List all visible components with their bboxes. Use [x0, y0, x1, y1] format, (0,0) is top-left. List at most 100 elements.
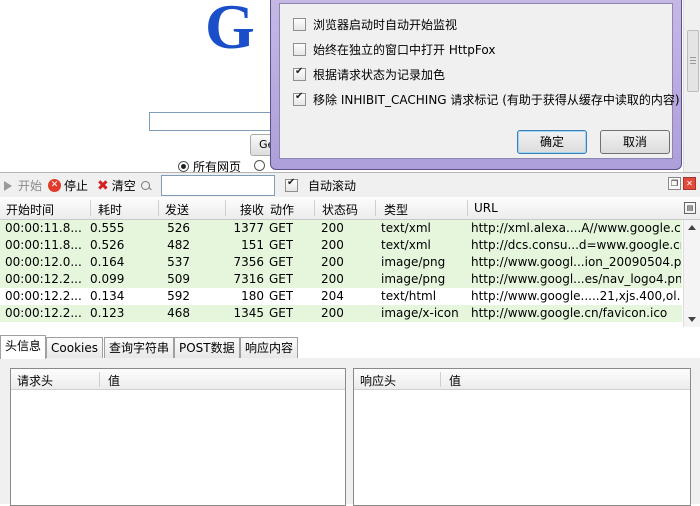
clear-x-icon: ✖ — [97, 177, 109, 194]
cell-type: image/png — [381, 255, 446, 269]
search-scope-all[interactable]: 所有网页 — [178, 158, 241, 172]
autoscroll-label: 自动滚动 — [308, 179, 357, 193]
stop-label: 停止 — [64, 179, 89, 193]
response-headers-table[interactable]: 响应头 值 — [353, 368, 691, 506]
start-button[interactable]: 开始 — [4, 177, 42, 194]
page-scrollbar-thumb[interactable] — [687, 30, 699, 92]
cell-duration: 0.134 — [90, 289, 124, 303]
request-header-name-col[interactable]: 请求头 — [17, 372, 53, 389]
tab-response-content[interactable]: 响应内容 — [240, 337, 299, 358]
col-separator — [440, 372, 441, 387]
table-scrollbar[interactable] — [683, 220, 700, 327]
request-headers-header: 请求头 值 — [11, 369, 345, 390]
request-header-value-col[interactable]: 值 — [108, 372, 120, 389]
cell-start: 00:00:12.2... — [5, 306, 82, 320]
cell-duration: 0.099 — [90, 272, 124, 286]
cell-method: GET — [269, 306, 294, 320]
cell-method: GET — [269, 238, 294, 252]
table-row[interactable]: 00:00:11.8... 0.555 526 1377 GET 200 tex… — [0, 220, 682, 237]
option-separate-window[interactable]: 始终在独立的窗口中打开 HttpFox — [293, 41, 495, 58]
col-url[interactable]: URL — [474, 201, 498, 215]
col-start-time[interactable]: 开始时间 — [6, 201, 54, 218]
tab-query-string[interactable]: 查询字符串 — [104, 337, 175, 358]
response-header-name-col[interactable]: 响应头 — [360, 372, 396, 389]
clear-label: 清空 — [111, 179, 136, 193]
stop-icon: ✕ — [48, 179, 61, 192]
option-separate-window-checkbox[interactable] — [293, 43, 306, 56]
cell-sent: 482 — [167, 238, 190, 252]
cell-status: 200 — [321, 255, 344, 269]
close-icon[interactable]: ✕ — [683, 177, 696, 190]
start-label: 开始 — [18, 179, 43, 193]
col-status[interactable]: 状态码 — [322, 201, 358, 218]
col-method[interactable]: 动作 — [270, 201, 294, 218]
cancel-button[interactable]: 取消 — [600, 130, 670, 154]
tab-headers[interactable]: 头信息 — [0, 335, 47, 359]
radio-all-label: 所有网页 — [193, 160, 242, 172]
column-picker-icon[interactable]: ▤ — [684, 202, 696, 214]
cell-start: 00:00:12.2... — [5, 289, 82, 303]
cell-type: text/html — [381, 289, 437, 303]
cell-type: text/xml — [381, 238, 431, 252]
col-separator — [314, 200, 315, 216]
option-remove-inhibit-caching-checkbox[interactable] — [293, 91, 306, 106]
detach-icon[interactable]: ❐ — [668, 177, 681, 190]
cell-type: image/png — [381, 272, 446, 286]
cell-type: text/xml — [381, 221, 431, 235]
headers-panel: 请求头 值 响应头 值 — [0, 358, 700, 506]
cell-received: 180 — [241, 289, 264, 303]
table-row[interactable]: 00:00:12.2... 0.134 592 180 GET 204 text… — [0, 288, 682, 305]
stop-button[interactable]: ✕ 停止 — [48, 177, 88, 194]
table-row[interactable]: 00:00:12.0... 0.164 537 7356 GET 200 ima… — [0, 254, 682, 271]
radio-all-icon[interactable] — [178, 161, 189, 172]
cell-start: 00:00:12.2... — [5, 272, 82, 286]
filter-search-input[interactable] — [161, 175, 275, 196]
autoscroll-toggle[interactable]: 自动滚动 — [285, 177, 356, 194]
cell-method: GET — [269, 289, 294, 303]
cell-url: http://xml.alexa....A//www.google.cn/ — [471, 221, 681, 235]
col-type[interactable]: 类型 — [384, 201, 408, 218]
page-scrollbar[interactable] — [683, 0, 700, 172]
col-received[interactable]: 接收 — [240, 201, 264, 218]
cell-sent: 537 — [167, 255, 190, 269]
option-remove-inhibit-caching-label: 移除 INHIBIT_CACHING 请求标记 (有助于获得从缓存中读取的内容) — [313, 93, 680, 107]
clear-button[interactable]: ✖ 清空 — [97, 177, 150, 194]
cell-received: 1345 — [233, 306, 264, 320]
table-row[interactable]: 00:00:11.8... 0.526 482 151 GET 200 text… — [0, 237, 682, 254]
cell-status: 200 — [321, 221, 344, 235]
table-row[interactable]: 00:00:12.2... 0.123 468 1345 GET 200 ima… — [0, 305, 682, 322]
col-separator — [467, 200, 468, 216]
option-color-rows[interactable]: 根据请求状态为记录加色 — [293, 66, 445, 83]
cell-sent: 592 — [167, 289, 190, 303]
col-sent[interactable]: 发送 — [165, 201, 189, 218]
cell-method: GET — [269, 221, 294, 235]
cell-start: 00:00:12.0... — [5, 255, 82, 269]
scroll-down-icon[interactable] — [688, 317, 696, 322]
option-color-rows-label: 根据请求状态为记录加色 — [313, 68, 446, 82]
option-remove-inhibit-caching[interactable]: 移除 INHIBIT_CACHING 请求标记 (有助于获得从缓存中读取的内容) — [293, 91, 680, 108]
cell-start: 00:00:11.8... — [5, 221, 82, 235]
request-headers-table[interactable]: 请求头 值 — [10, 368, 346, 506]
httpfox-toolbar: 开始 ✕停止 ✖清空 自动滚动 ❐ ✕ — [0, 172, 700, 198]
cell-sent: 509 — [167, 272, 190, 286]
col-duration[interactable]: 耗时 — [98, 201, 122, 218]
scroll-up-icon[interactable] — [688, 225, 696, 230]
tab-post-data[interactable]: POST数据 — [174, 337, 240, 358]
option-color-rows-checkbox[interactable] — [293, 66, 306, 81]
response-header-value-col[interactable]: 值 — [449, 372, 461, 389]
ok-button[interactable]: 确定 — [517, 130, 587, 154]
option-autostart[interactable]: 浏览器启动时自动开始监视 — [293, 16, 457, 33]
col-separator — [225, 200, 226, 216]
autoscroll-checkbox[interactable] — [285, 177, 298, 192]
detail-tabs: 头信息 Cookies 查询字符串 POST数据 响应内容 — [0, 335, 700, 359]
cell-url: http://www.googl...es/nav_logo4.png — [471, 272, 681, 286]
cell-url: http://www.google.....21,xjs.400,ol.618 — [471, 289, 681, 303]
cell-duration: 0.526 — [90, 238, 124, 252]
radio-other-icon[interactable] — [254, 160, 265, 171]
tab-cookies[interactable]: Cookies — [46, 337, 103, 358]
cell-duration: 0.555 — [90, 221, 124, 235]
table-row[interactable]: 00:00:12.2... 0.099 509 7316 GET 200 ima… — [0, 271, 682, 288]
option-autostart-checkbox[interactable] — [293, 18, 306, 31]
col-separator — [99, 372, 100, 387]
cell-url: http://www.google.cn/favicon.ico — [471, 306, 668, 320]
